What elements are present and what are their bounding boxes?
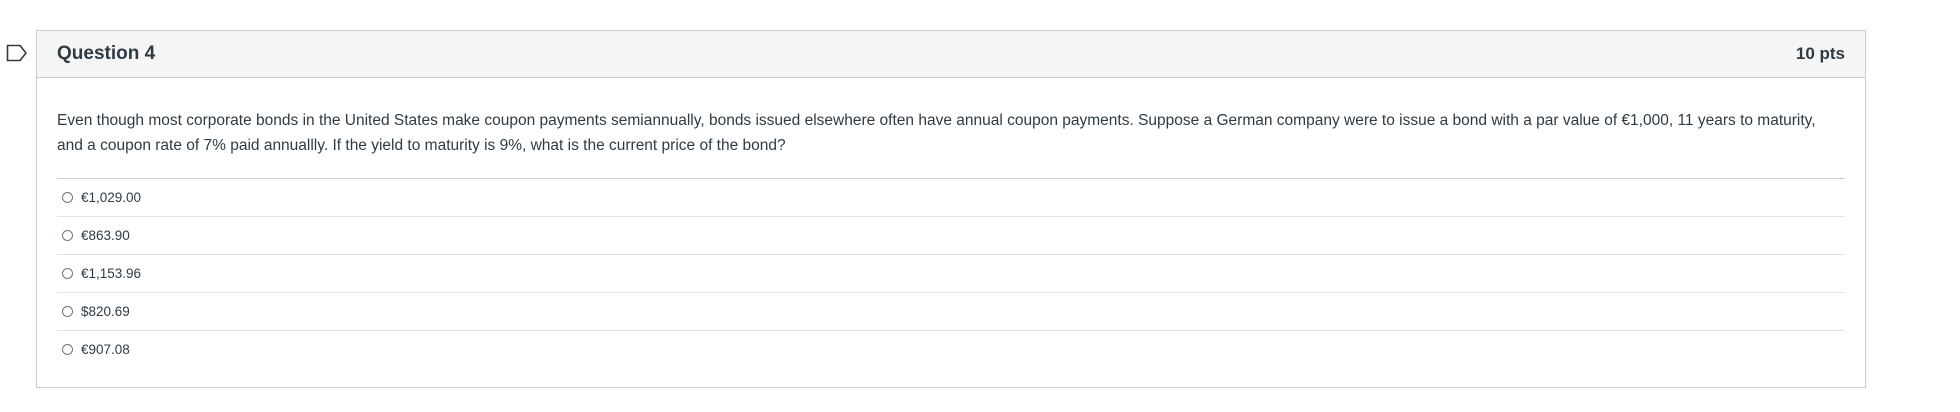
answer-label: €907.08 (81, 342, 130, 357)
answer-label: $820.69 (81, 304, 130, 319)
answer-list: €1,029.00 €863.90 €1,153.96 $820.69 €907… (57, 178, 1845, 368)
answer-radio[interactable] (62, 344, 73, 355)
answer-radio[interactable] (62, 230, 73, 241)
quiz-page: Question 4 10 pts Even though most corpo… (0, 0, 1960, 412)
answer-label: €1,029.00 (81, 190, 142, 205)
question-card: Question 4 10 pts Even though most corpo… (36, 30, 1866, 388)
answer-label: €863.90 (81, 228, 130, 243)
answer-radio[interactable] (62, 268, 73, 279)
question-body: Even though most corporate bonds in the … (37, 78, 1865, 368)
answer-option[interactable]: €907.08 (57, 331, 1845, 368)
flag-question-icon[interactable] (6, 44, 28, 62)
answer-radio[interactable] (62, 192, 73, 203)
answer-option[interactable]: €1,029.00 (57, 179, 1845, 217)
answer-option[interactable]: €1,153.96 (57, 255, 1845, 293)
question-header: Question 4 10 pts (37, 31, 1865, 78)
answer-label: €1,153.96 (81, 266, 142, 281)
answer-radio[interactable] (62, 306, 73, 317)
question-title: Question 4 (57, 43, 156, 64)
answer-option[interactable]: €863.90 (57, 217, 1845, 255)
answer-option[interactable]: $820.69 (57, 293, 1845, 331)
question-text: Even though most corporate bonds in the … (57, 112, 1816, 154)
question-points: 10 pts (1795, 44, 1845, 63)
